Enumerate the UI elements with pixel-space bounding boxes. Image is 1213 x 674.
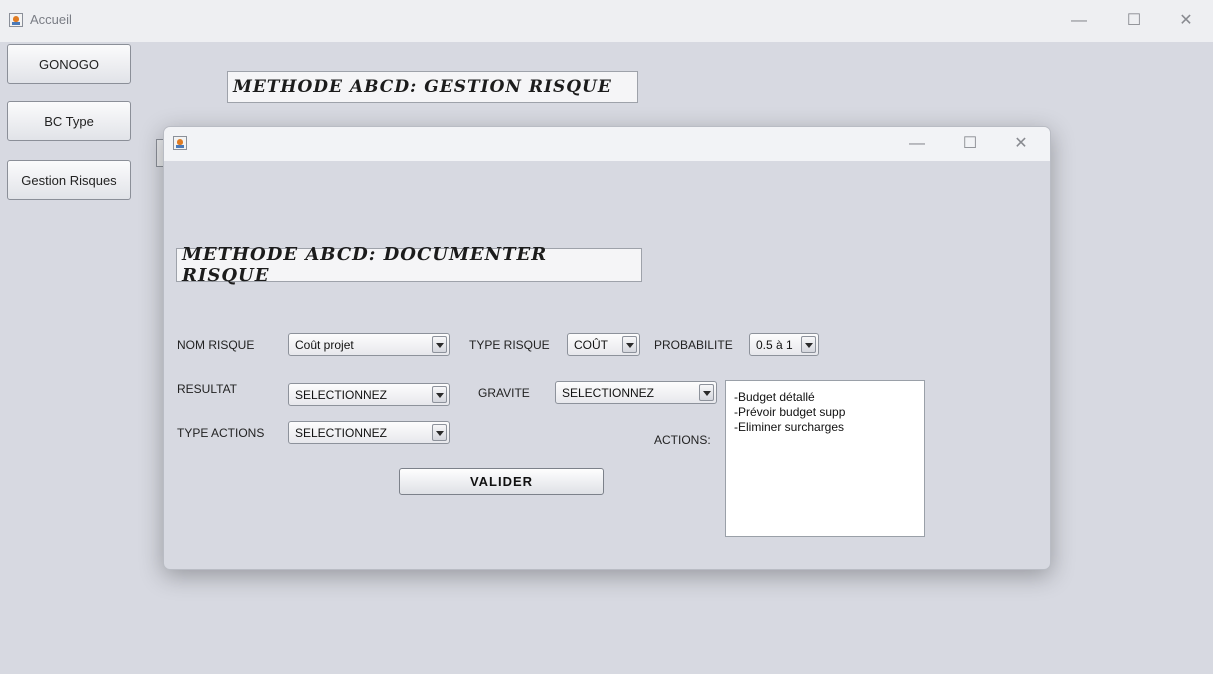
- java-app-icon: [173, 136, 187, 150]
- page-heading: METHODE ABCD: GESTION RISQUE: [227, 71, 638, 103]
- type-risque-label: TYPE RISQUE: [469, 338, 550, 352]
- valider-button[interactable]: VALIDER: [399, 468, 604, 495]
- dialog-heading: METHODE ABCD: DOCUMENTER RISQUE: [176, 244, 642, 286]
- actions-label: ACTIONS:: [654, 433, 711, 447]
- actions-textarea[interactable]: -Budget détallé -Prévoir budget supp -El…: [725, 380, 925, 537]
- probabilite-select[interactable]: 0.5 à 1: [749, 333, 819, 356]
- dialog-titlebar: — ☐ ✕: [164, 127, 1050, 161]
- bc-type-button[interactable]: BC Type: [7, 101, 131, 141]
- type-actions-label: TYPE ACTIONS: [177, 426, 265, 440]
- chevron-down-icon[interactable]: [432, 336, 447, 353]
- chevron-down-icon[interactable]: [432, 424, 447, 441]
- gravite-label: GRAVITE: [478, 386, 530, 400]
- resultat-select[interactable]: SELECTIONNEZ: [288, 383, 450, 406]
- chevron-down-icon[interactable]: [622, 336, 637, 353]
- type-risque-value: COÛT: [574, 338, 608, 352]
- main-window: Accueil — ☐ ✕ GONOGO BC Type Gestion Ris…: [0, 0, 1213, 674]
- resultat-value: SELECTIONNEZ: [295, 388, 388, 402]
- nom-risque-select[interactable]: Coût projet: [288, 333, 450, 356]
- documenter-risque-dialog: — ☐ ✕ METHODE ABCD: DOCUMENTER RISQUE NO…: [163, 126, 1051, 570]
- chevron-down-icon[interactable]: [801, 336, 816, 353]
- actions-line: -Eliminer surcharges: [734, 420, 845, 434]
- chevron-down-icon[interactable]: [432, 386, 447, 403]
- type-actions-select[interactable]: SELECTIONNEZ: [288, 421, 450, 444]
- minimize-button[interactable]: —: [1069, 11, 1089, 31]
- type-risque-select[interactable]: COÛT: [567, 333, 640, 356]
- gonogo-button[interactable]: GONOGO: [7, 44, 131, 84]
- dialog-minimize-button[interactable]: —: [907, 134, 927, 154]
- close-button[interactable]: ✕: [1176, 11, 1196, 31]
- gravite-value: SELECTIONNEZ: [562, 386, 655, 400]
- nom-risque-value: Coût projet: [295, 338, 354, 352]
- window-title: Accueil: [30, 12, 72, 27]
- dialog-close-button[interactable]: ✕: [1011, 134, 1031, 154]
- nom-risque-label: NOM RISQUE: [177, 338, 255, 352]
- main-window-titlebar: Accueil — ☐ ✕: [0, 0, 1213, 42]
- gravite-select[interactable]: SELECTIONNEZ: [555, 381, 717, 404]
- dialog-maximize-button[interactable]: ☐: [960, 134, 980, 154]
- resultat-label: RESULTAT: [177, 382, 238, 396]
- chevron-down-icon[interactable]: [699, 384, 714, 401]
- maximize-button[interactable]: ☐: [1124, 11, 1144, 31]
- java-app-icon: [9, 13, 23, 27]
- actions-line: -Budget détallé: [734, 390, 815, 404]
- type-actions-value: SELECTIONNEZ: [295, 426, 388, 440]
- actions-line: -Prévoir budget supp: [734, 405, 846, 419]
- gestion-risques-button[interactable]: Gestion Risques: [7, 160, 131, 200]
- probabilite-value: 0.5 à 1: [756, 338, 793, 352]
- probabilite-label: PROBABILITE: [654, 338, 733, 352]
